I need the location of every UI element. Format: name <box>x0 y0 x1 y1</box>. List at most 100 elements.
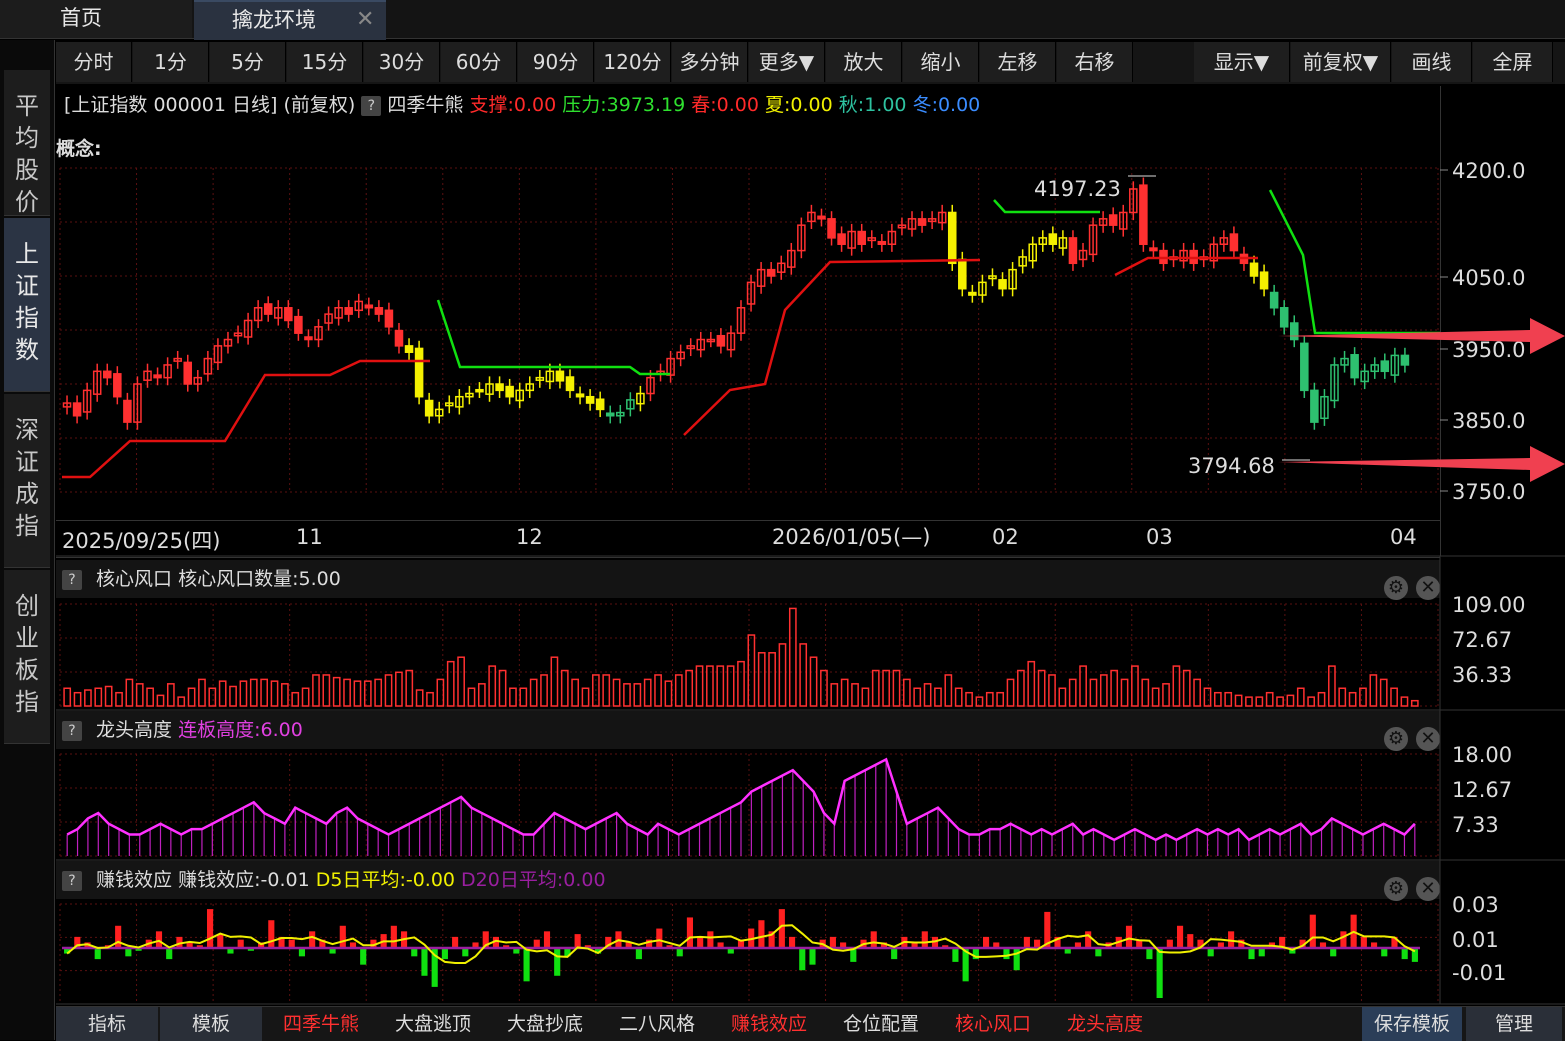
candle-body <box>565 376 575 392</box>
pressure-line <box>436 299 670 376</box>
candle-body <box>1350 354 1359 379</box>
manage-button[interactable]: 管理 <box>1466 1007 1562 1041</box>
profit-bar <box>1125 925 1133 948</box>
core-bar <box>975 696 984 707</box>
template-item[interactable]: 二八风格 <box>602 1007 712 1041</box>
candle-body <box>555 370 565 382</box>
core-bar <box>1276 696 1284 707</box>
template-tab[interactable]: 模板 <box>160 1007 262 1041</box>
panel-axis-label: 0.03 <box>1452 893 1499 917</box>
profit-bar <box>1013 948 1020 971</box>
template-item[interactable]: 大盘抄底 <box>490 1007 600 1041</box>
core-bar <box>1193 678 1201 707</box>
core-bar <box>281 683 289 707</box>
core-bar <box>125 678 134 707</box>
core-bar <box>1296 687 1305 707</box>
indicator-tab[interactable]: 指标 <box>56 1007 158 1041</box>
core-bar <box>1286 694 1295 707</box>
core-bar <box>612 678 621 707</box>
core-bar <box>291 691 300 707</box>
panel-axis-label: -0.01 <box>1452 961 1506 985</box>
core-bar <box>1307 696 1316 707</box>
core-bar <box>446 660 455 707</box>
profit-bar <box>523 948 530 982</box>
profit-bar <box>554 948 561 976</box>
candle-body <box>1411 361 1419 384</box>
template-item[interactable]: 龙头高度 <box>1050 1007 1160 1041</box>
low-annotation: 3794.68 <box>1188 454 1275 478</box>
candle-body <box>716 334 726 347</box>
template-item[interactable]: 仓位配置 <box>826 1007 936 1041</box>
save-template-button[interactable]: 保存模板 <box>1362 1007 1462 1041</box>
arrow-marker <box>1278 446 1565 482</box>
core-bar <box>104 685 113 707</box>
chart-canvas[interactable]: 4200.04050.03950.03850.03750.0109.0072.6… <box>0 0 1565 1040</box>
profit-bar <box>166 948 173 960</box>
profit-bar <box>788 936 796 948</box>
template-item[interactable]: 核心风口 <box>938 1007 1048 1041</box>
core-bar <box>229 685 237 707</box>
template-item[interactable]: 四季牛熊 <box>266 1007 376 1041</box>
core-bar <box>218 680 227 707</box>
profit-bar <box>268 920 275 948</box>
core-bar <box>581 687 590 707</box>
core-bar <box>73 691 82 707</box>
core-bar <box>1317 691 1326 707</box>
core-bar <box>384 674 393 707</box>
core-bar <box>426 691 434 707</box>
candle-body <box>424 399 434 417</box>
core-bar <box>757 652 766 707</box>
core-bar <box>643 678 652 707</box>
candle-body <box>1289 322 1299 341</box>
price-axis-label: 4200.0 <box>1452 159 1525 183</box>
core-bar <box>332 676 341 707</box>
core-bar <box>1089 678 1098 707</box>
core-bar <box>63 687 72 707</box>
candle-body <box>917 218 927 226</box>
core-bar <box>415 689 424 707</box>
core-bar <box>208 687 217 707</box>
core-bar <box>270 680 279 707</box>
profit-bar <box>686 917 694 948</box>
candle-body <box>102 370 112 379</box>
profit-bar <box>1003 948 1010 960</box>
candle-body <box>998 279 1007 290</box>
profit-bar <box>921 931 928 948</box>
profit-bar <box>829 936 836 948</box>
core-bar <box>664 680 673 707</box>
candle-body <box>1380 360 1390 373</box>
core-bar <box>301 687 310 707</box>
profit-bar <box>1340 931 1347 948</box>
core-bar <box>1037 669 1046 707</box>
profit-bar <box>1156 948 1163 998</box>
core-bar <box>809 656 818 707</box>
core-bar <box>395 671 403 707</box>
core-bar <box>913 687 922 707</box>
core-bar <box>623 683 631 707</box>
template-item[interactable]: 大盘逃顶 <box>378 1007 488 1041</box>
core-bar <box>965 691 973 707</box>
template-item[interactable]: 赚钱效应 <box>714 1007 824 1041</box>
profit-bar <box>94 948 101 960</box>
profit-bar <box>952 948 959 962</box>
core-bar <box>560 669 569 707</box>
profit-bar <box>1176 925 1184 948</box>
core-bar <box>115 691 123 707</box>
core-bar <box>861 687 870 707</box>
core-bar <box>509 687 517 707</box>
candle-body <box>394 329 404 347</box>
core-bar <box>322 674 331 707</box>
core-bar <box>1027 660 1036 707</box>
profit-bar <box>339 925 346 948</box>
core-bar <box>343 678 351 707</box>
panel-axis-label: 36.33 <box>1452 663 1512 687</box>
core-bar <box>84 689 92 707</box>
core-bar <box>239 680 248 707</box>
candle-body <box>284 307 293 322</box>
candle-body <box>837 233 846 245</box>
core-bar <box>1068 678 1077 707</box>
profit-bar <box>543 931 551 948</box>
core-bar <box>571 678 579 707</box>
support-line <box>683 258 981 436</box>
profit-bar <box>656 928 663 948</box>
